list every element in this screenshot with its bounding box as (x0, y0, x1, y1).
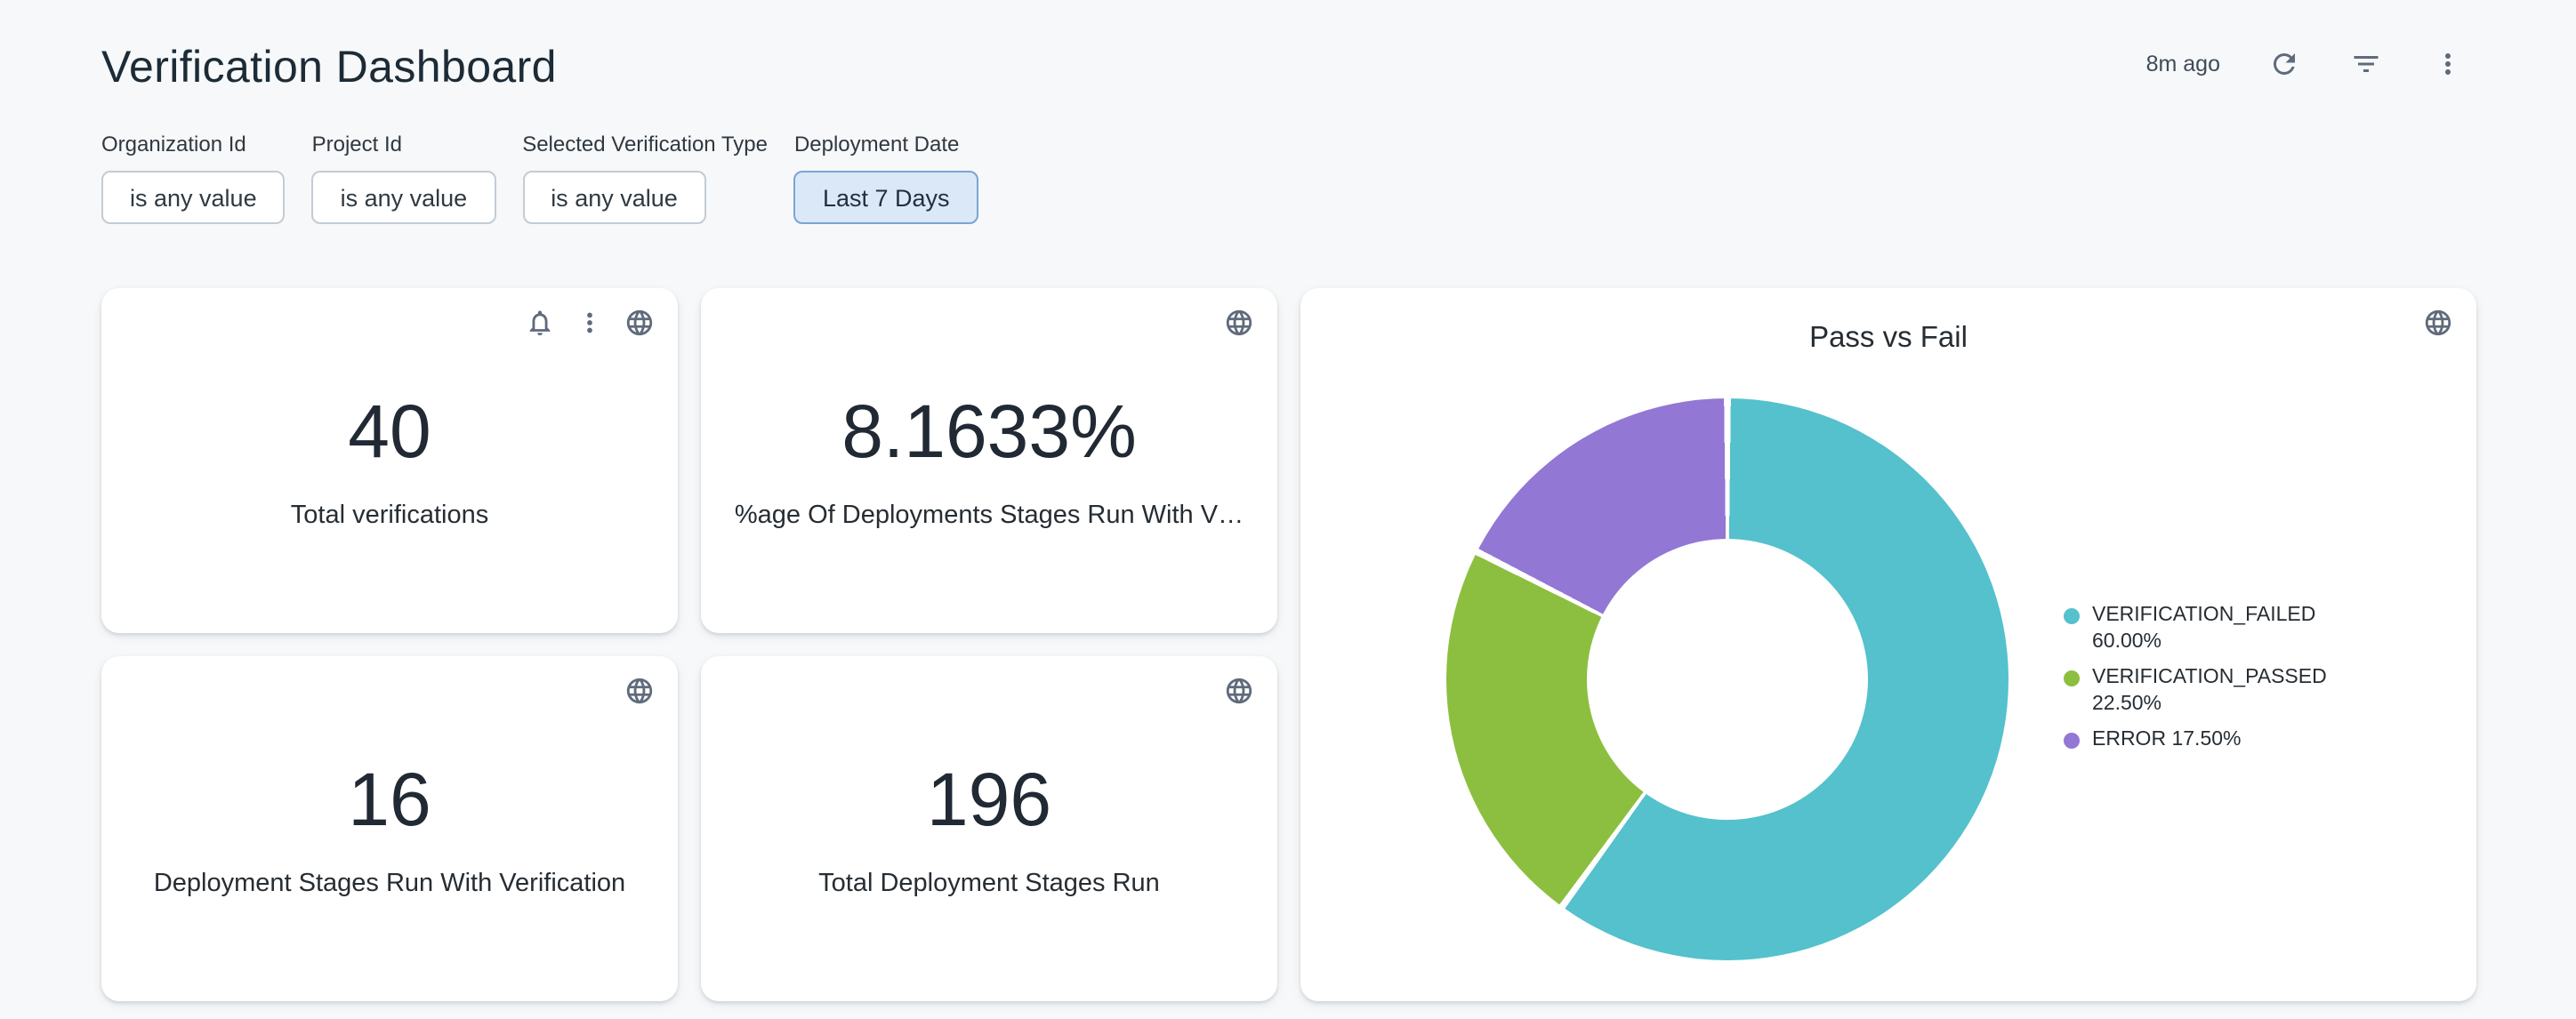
header-actions: 8m ago (2146, 46, 2466, 82)
globe-icon (624, 308, 655, 338)
pass-vs-fail-card: Pass vs Fail VERIFICATION_FAILED 60.00% … (1300, 288, 2476, 1001)
filter-value-verification-type[interactable]: is any value (522, 171, 706, 224)
more-vert-icon (575, 308, 605, 338)
tile-globe-button[interactable] (624, 308, 655, 338)
filter-value-project-id[interactable]: is any value (312, 171, 496, 224)
filter-value-organization-id[interactable]: is any value (101, 171, 286, 224)
tile-total-deployment-stages-run: 196 Total Deployment Stages Run (701, 656, 1277, 1001)
tile-percent-stages-with-verification: 8.1633% %age Of Deployments Stages Run W… (701, 288, 1277, 633)
tile-value: 16 (348, 760, 431, 842)
legend-percent: 22.50% (2092, 694, 2161, 715)
chart-title: Pass vs Fail (1300, 322, 2476, 356)
alert-bell-button[interactable] (525, 308, 555, 338)
globe-icon (624, 676, 655, 706)
filter-bar: Organization Id is any value Project Id … (0, 96, 2576, 224)
legend-swatch (2064, 608, 2080, 624)
tile-actions (1224, 308, 1254, 338)
tile-globe-button[interactable] (2423, 308, 2453, 338)
legend-text: VERIFICATION_PASSED 22.50% (2092, 665, 2357, 718)
tile-actions (2423, 308, 2453, 338)
tile-value: 196 (927, 760, 1051, 842)
tile-actions (624, 676, 655, 706)
legend-text: ERROR 17.50% (2092, 727, 2242, 754)
legend-label: ERROR (2092, 729, 2166, 750)
filter-group-deployment-date: Deployment Date Last 7 Days (794, 132, 978, 224)
tile-menu-button[interactable] (575, 308, 605, 338)
tile-stages-run-with-verification: 16 Deployment Stages Run With Verificati… (101, 656, 678, 1001)
filter-group-project-id: Project Id is any value (312, 132, 496, 224)
more-vert-icon (2432, 48, 2464, 80)
page-title: Verification Dashboard (101, 39, 557, 96)
legend-swatch (2064, 733, 2080, 749)
dashboard-page: Verification Dashboard 8m ago Organizati… (0, 0, 2576, 1019)
tile-value: 8.1633% (841, 392, 1137, 474)
tile-globe-button[interactable] (1224, 308, 1254, 338)
legend-item[interactable]: VERIFICATION_FAILED 60.00% (2064, 603, 2357, 656)
legend-text: VERIFICATION_FAILED 60.00% (2092, 603, 2357, 656)
filter-value-deployment-date[interactable]: Last 7 Days (794, 171, 978, 224)
legend-percent: 60.00% (2092, 631, 2161, 653)
refresh-button[interactable] (2266, 46, 2302, 82)
dashboard-filters-button[interactable] (2348, 46, 2384, 82)
last-refresh-label: 8m ago (2146, 52, 2220, 76)
header: Verification Dashboard 8m ago (0, 0, 2576, 96)
filter-icon (2350, 48, 2382, 80)
globe-icon (1224, 676, 1254, 706)
tiles-grid: 40 Total verifications 8.1633% %age Of D… (101, 288, 2476, 1001)
tile-globe-button[interactable] (1224, 676, 1254, 706)
tile-label: Total verifications (291, 501, 488, 529)
filter-label-deployment-date: Deployment Date (794, 132, 978, 156)
refresh-icon (2268, 48, 2300, 80)
alert-bell-icon (525, 308, 555, 338)
tile-total-verifications: 40 Total verifications (101, 288, 678, 633)
dashboard-menu-button[interactable] (2430, 46, 2466, 82)
tile-globe-button[interactable] (624, 676, 655, 706)
tile-actions (525, 308, 655, 338)
legend-label: VERIFICATION_FAILED (2092, 605, 2315, 626)
filter-label-verification-type: Selected Verification Type (522, 132, 768, 156)
legend-label: VERIFICATION_PASSED (2092, 667, 2327, 688)
legend-item[interactable]: VERIFICATION_PASSED 22.50% (2064, 665, 2357, 718)
legend-swatch (2064, 670, 2080, 686)
tile-value: 40 (348, 392, 431, 474)
legend-item[interactable]: ERROR 17.50% (2064, 727, 2357, 754)
tile-label: Total Deployment Stages Run (818, 869, 1160, 897)
filter-group-verification-type: Selected Verification Type is any value (522, 132, 768, 224)
tile-label: %age Of Deployments Stages Run With V… (735, 501, 1244, 529)
globe-icon (1224, 308, 1254, 338)
filter-label-project-id: Project Id (312, 132, 496, 156)
tile-actions (1224, 676, 1254, 706)
globe-icon (2423, 308, 2453, 338)
legend-percent: 17.50% (2171, 729, 2241, 750)
filter-label-organization-id: Organization Id (101, 132, 286, 156)
tile-label: Deployment Stages Run With Verification (154, 869, 625, 897)
chart-body: VERIFICATION_FAILED 60.00% VERIFICATION_… (1300, 356, 2476, 1001)
pass-fail-donut[interactable] (1446, 397, 2008, 959)
filter-group-organization-id: Organization Id is any value (101, 132, 286, 224)
chart-legend: VERIFICATION_FAILED 60.00% VERIFICATION_… (2064, 594, 2357, 763)
